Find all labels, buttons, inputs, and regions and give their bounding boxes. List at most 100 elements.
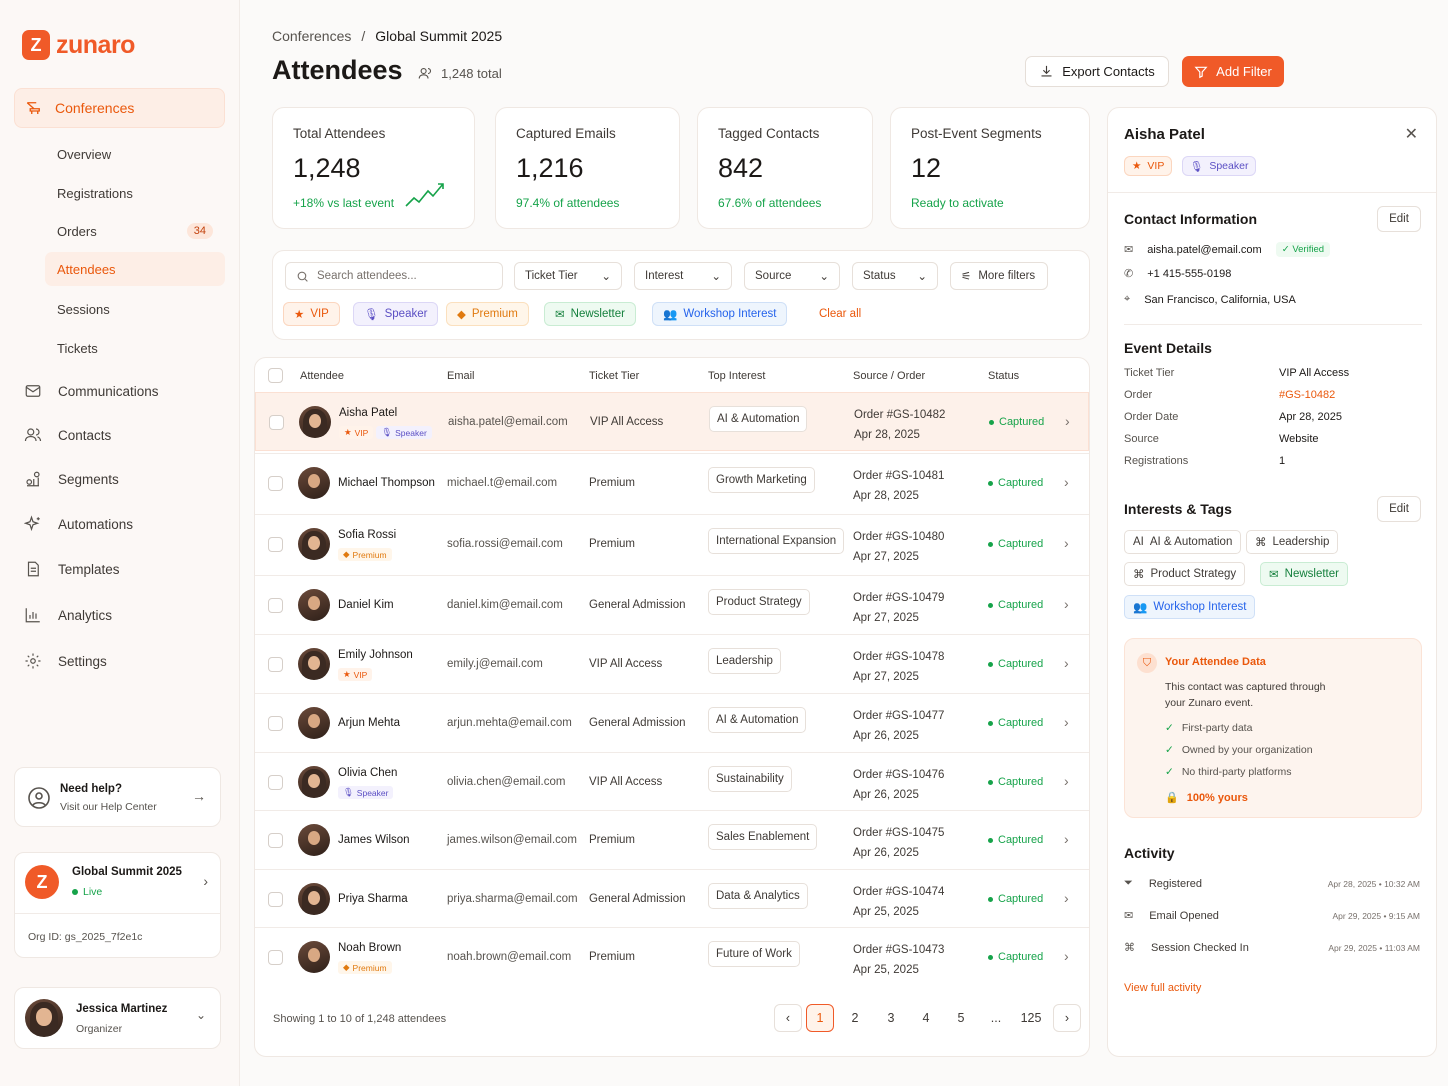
- chevron-right-icon[interactable]: ›: [1064, 714, 1069, 730]
- chevron-right-icon[interactable]: ›: [1064, 596, 1069, 612]
- attendee-name[interactable]: Aisha Patel: [339, 407, 397, 419]
- nav-analytics[interactable]: Analytics: [24, 600, 112, 630]
- contact-email[interactable]: aisha.patel@email.com: [1147, 244, 1262, 256]
- attendee-name[interactable]: Daniel Kim: [338, 599, 394, 611]
- table-row[interactable]: Sofia Rossi ◆ Premium sofia.rossi@email.c…: [255, 514, 1089, 573]
- column-header[interactable]: Attendee: [300, 370, 344, 382]
- attendee-name[interactable]: James Wilson: [338, 834, 410, 846]
- nav-automations[interactable]: Automations: [24, 509, 133, 539]
- order-number[interactable]: Order #GS-10475: [853, 823, 944, 843]
- attendee-name[interactable]: Sofia Rossi: [338, 529, 396, 541]
- logo[interactable]: Z zunaro: [22, 30, 135, 60]
- subnav-tickets[interactable]: Tickets: [45, 331, 225, 365]
- order-number[interactable]: Order #GS-10480: [853, 527, 944, 547]
- page-125-button[interactable]: 125: [1015, 1004, 1047, 1032]
- order-number[interactable]: Order #GS-10479: [853, 588, 944, 608]
- table-row[interactable]: Olivia Chen 🎙 Speaker olivia.chen@email.c…: [255, 752, 1089, 811]
- row-checkbox[interactable]: [268, 657, 283, 672]
- chevron-right-icon[interactable]: ›: [1064, 831, 1069, 847]
- subnav-registrations[interactable]: Registrations: [45, 176, 225, 210]
- close-icon[interactable]: ✕: [1405, 124, 1418, 144]
- table-row[interactable]: Daniel Kim daniel.kim@email.com General …: [255, 575, 1089, 634]
- chip-workshop-interest[interactable]: 👥 Workshop Interest: [652, 302, 788, 326]
- order-number[interactable]: Order #GS-10473: [853, 940, 944, 960]
- source-dropdown[interactable]: Source ⌄: [744, 262, 840, 290]
- chip-premium[interactable]: ◆ Premium: [446, 302, 529, 326]
- column-header[interactable]: Status: [988, 370, 1019, 382]
- column-header[interactable]: Email: [447, 370, 475, 382]
- interest-dropdown[interactable]: Interest ⌄: [634, 262, 732, 290]
- chevron-right-icon[interactable]: ›: [1064, 890, 1069, 906]
- event-card[interactable]: Z Global Summit 2025 Live › Org ID: gs_2…: [14, 852, 221, 958]
- row-checkbox[interactable]: [268, 537, 283, 552]
- nav-communications[interactable]: Communications: [24, 376, 159, 406]
- page-2-button[interactable]: 2: [841, 1004, 869, 1032]
- table-row[interactable]: James Wilson james.wilson@email.com Prem…: [255, 810, 1089, 869]
- chevron-right-icon[interactable]: ›: [1065, 413, 1070, 429]
- row-checkbox[interactable]: [269, 415, 284, 430]
- order-number[interactable]: Order #GS-10481: [853, 466, 944, 486]
- table-row[interactable]: Michael Thompson michael.t@email.com Pre…: [255, 453, 1089, 512]
- chip-vip[interactable]: ★ VIP: [283, 302, 340, 326]
- attendee-name[interactable]: Noah Brown: [338, 942, 401, 954]
- attendee-name[interactable]: Olivia Chen: [338, 767, 397, 779]
- row-checkbox[interactable]: [268, 716, 283, 731]
- attendee-name[interactable]: Arjun Mehta: [338, 717, 400, 729]
- row-checkbox[interactable]: [268, 950, 283, 965]
- order-number[interactable]: Order #GS-10478: [853, 647, 944, 667]
- column-header[interactable]: Top Interest: [708, 370, 765, 382]
- add-filter-button[interactable]: Add Filter: [1182, 56, 1284, 87]
- subnav-orders[interactable]: Orders 34: [45, 214, 225, 248]
- page-5-button[interactable]: 5: [947, 1004, 975, 1032]
- row-checkbox[interactable]: [268, 598, 283, 613]
- row-checkbox[interactable]: [268, 892, 283, 907]
- more-filters-button[interactable]: ⚟ More filters: [950, 262, 1048, 290]
- search-input[interactable]: Search attendees...: [285, 262, 503, 290]
- column-header[interactable]: Source / Order: [853, 370, 925, 382]
- edit-interests-button[interactable]: Edit: [1377, 496, 1421, 522]
- event-detail-value[interactable]: #GS-10482: [1279, 389, 1335, 401]
- nav-conferences[interactable]: Conferences: [14, 88, 225, 128]
- order-number[interactable]: Order #GS-10477: [853, 706, 944, 726]
- attendee-name[interactable]: Emily Johnson: [338, 649, 413, 661]
- nav-settings[interactable]: Settings: [24, 646, 107, 676]
- clear-all-link[interactable]: Clear all: [819, 308, 861, 320]
- order-number[interactable]: Order #GS-10476: [853, 765, 944, 785]
- next-page-button[interactable]: ›: [1053, 1004, 1081, 1032]
- user-card[interactable]: Jessica Martinez Organizer ⌄: [14, 987, 221, 1049]
- breadcrumb-conferences[interactable]: Conferences: [272, 28, 351, 44]
- edit-contact-button[interactable]: Edit: [1377, 206, 1421, 232]
- chevron-right-icon[interactable]: ›: [1064, 474, 1069, 490]
- page-3-button[interactable]: 3: [877, 1004, 905, 1032]
- select-all-checkbox[interactable]: [268, 368, 283, 383]
- table-row[interactable]: Aisha Patel ★ VIP 🎙 Speaker aisha.patel@ema…: [255, 392, 1089, 451]
- nav-contacts[interactable]: Contacts: [24, 420, 111, 450]
- view-full-activity-link[interactable]: View full activity: [1124, 982, 1201, 994]
- prev-page-button[interactable]: ‹: [774, 1004, 802, 1032]
- order-number[interactable]: Order #GS-10474: [853, 882, 944, 902]
- attendee-name[interactable]: Priya Sharma: [338, 893, 408, 905]
- subnav-attendees[interactable]: Attendees: [45, 252, 225, 286]
- page-4-button[interactable]: 4: [912, 1004, 940, 1032]
- row-checkbox[interactable]: [268, 833, 283, 848]
- chevron-right-icon[interactable]: ›: [1064, 535, 1069, 551]
- page-1-button[interactable]: 1: [806, 1004, 834, 1032]
- order-number[interactable]: Order #GS-10482: [854, 405, 945, 425]
- chevron-right-icon[interactable]: ›: [1064, 948, 1069, 964]
- nav-templates[interactable]: Templates: [24, 554, 120, 584]
- nav-segments[interactable]: Segments: [24, 464, 119, 494]
- attendee-name[interactable]: Michael Thompson: [338, 477, 435, 489]
- help-card[interactable]: Need help? Visit our Help Center →: [14, 767, 221, 827]
- subnav-sessions[interactable]: Sessions: [45, 292, 225, 326]
- table-row[interactable]: Emily Johnson ★ VIP emily.j@email.com VIP…: [255, 634, 1089, 693]
- status-dropdown[interactable]: Status ⌄: [852, 262, 938, 290]
- subnav-overview[interactable]: Overview: [45, 137, 225, 171]
- table-row[interactable]: Arjun Mehta arjun.mehta@email.com Genera…: [255, 693, 1089, 752]
- export-contacts-button[interactable]: Export Contacts: [1025, 56, 1169, 87]
- table-row[interactable]: Priya Sharma priya.sharma@email.com Gene…: [255, 869, 1089, 928]
- row-checkbox[interactable]: [268, 775, 283, 790]
- chip-newsletter[interactable]: ✉ Newsletter: [544, 302, 636, 326]
- chevron-right-icon[interactable]: ›: [1064, 773, 1069, 789]
- ticket-tier-dropdown[interactable]: Ticket Tier ⌄: [514, 262, 622, 290]
- chip-speaker[interactable]: 🎙 Speaker: [353, 302, 439, 326]
